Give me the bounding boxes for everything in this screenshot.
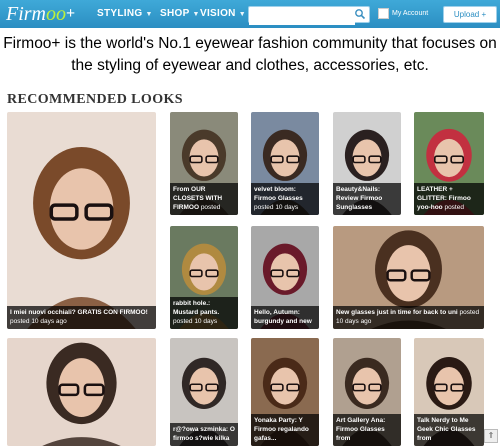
look-card[interactable]: velvet bloom: Firmoo Glasses posted 10 d… [251,112,319,215]
nav-vision-label: VISION [200,8,236,19]
upload-button[interactable]: Upload + [443,6,497,23]
look-photo [7,112,156,329]
nav-shop-label: SHOP [160,8,190,19]
logo-plus-text: + [66,5,76,22]
look-caption: Yonaka Party: Y Firmoo regalando gafas..… [251,414,319,446]
look-title[interactable]: Talk Nerdy to Me Geek Chic Glasses from [417,417,476,442]
look-photo [7,338,156,446]
look-card[interactable]: From OUR CLOSETS WITH FIRMOO posted [170,112,238,215]
logo-accent-text: oo [46,3,66,25]
look-meta: posted 10 days [173,318,218,325]
look-card[interactable]: Talk Nerdy to Me Geek Chic Glasses from [414,338,484,446]
look-title[interactable]: Beauty&Nails: Review Firmoo Sunglasses [336,186,382,211]
my-account-label: My Account [392,10,429,17]
look-title[interactable]: Art Gallery Ana: Firmoo Glasses from [336,417,385,442]
look-caption: r@?owa szminka: O firmoo s?wie kilka [170,423,238,446]
search-box [248,6,370,25]
section-title: RECOMMENDED LOOKS [7,92,183,107]
look-caption: rabbit hole.: Mustard pants. posted 10 d… [170,297,238,329]
look-caption: New glasses just in time for back to uni… [333,306,484,329]
look-title[interactable]: I miei nuovi occhiali? GRATIS CON FIRMOO… [10,309,148,316]
look-meta: posted 10 days ago [10,318,67,325]
look-card[interactable]: r@?owa szminka: O firmoo s?wie kilka [170,338,238,446]
chevron-down-icon: ▼ [238,11,246,18]
look-card[interactable]: rabbit hole.: Mustard pants. posted 10 d… [170,226,238,329]
look-title[interactable]: r@?owa szminka: O firmoo s?wie kilka [173,426,235,442]
nav-styling-label: STYLING [97,8,143,19]
nav-shop[interactable]: SHOP ▼ [160,0,200,28]
look-meta: posted [444,204,464,211]
look-caption: From OUR CLOSETS WITH FIRMOO posted [170,183,238,215]
avatar [378,7,389,19]
look-card[interactable]: Art Gallery Ana: Firmoo Glasses from [333,338,401,446]
look-title[interactable]: Yonaka Party: Y Firmoo regalando gafas..… [254,417,309,442]
logo-main-text: Firm [6,3,46,25]
look-title[interactable]: Hello, Autumn: burgundy and new [254,309,312,325]
search-icon[interactable] [354,8,366,20]
look-caption: Hello, Autumn: burgundy and new [251,306,319,329]
look-card[interactable]: Beauty&Nails: Review Firmoo Sunglasses [333,112,401,215]
scroll-to-top-button[interactable]: ⇑ [484,429,498,443]
look-title[interactable]: rabbit hole.: Mustard pants. [173,300,219,316]
my-account-link[interactable]: My Account [378,0,428,28]
look-title[interactable]: velvet bloom: Firmoo Glasses [254,186,303,202]
look-caption: Talk Nerdy to Me Geek Chic Glasses from [414,414,484,446]
look-title[interactable]: New glasses just in time for back to uni [336,309,458,316]
look-caption: Beauty&Nails: Review Firmoo Sunglasses [333,183,401,215]
look-meta: posted [200,204,221,211]
look-card[interactable]: Yonaka Party: Y Firmoo regalando gafas..… [251,338,319,446]
look-card[interactable]: New glasses just in time for back to uni… [333,226,484,329]
intro-text: Firmoo+ is the world's No.1 eyewear fash… [3,35,497,74]
chevron-down-icon: ▼ [192,11,200,18]
nav-styling[interactable]: STYLING ▼ [97,0,153,28]
look-card[interactable]: Hello, Autumn: burgundy and new [251,226,319,329]
look-card[interactable]: I miei nuovi occhiali? GRATIS CON FIRMOO… [7,112,156,329]
look-caption: I miei nuovi occhiali? GRATIS CON FIRMOO… [7,306,156,329]
look-card[interactable]: LEATHER + GLITTER: Firmoo yoo-hoo posted [414,112,484,215]
top-navigation-bar: Firmoo+ STYLING ▼ SHOP ▼ VISION ▼ My Accoun… [0,0,500,28]
look-caption: velvet bloom: Firmoo Glasses posted 10 d… [251,183,319,215]
look-card[interactable] [7,338,156,446]
look-meta: posted 10 days [254,204,299,211]
look-caption: Art Gallery Ana: Firmoo Glasses from [333,414,401,446]
nav-vision[interactable]: VISION ▼ [200,0,246,28]
firmoo-logo[interactable]: Firmoo+ [6,1,75,27]
look-caption: LEATHER + GLITTER: Firmoo yoo-hoo posted [414,183,484,215]
search-input[interactable] [249,9,355,25]
chevron-down-icon: ▼ [145,11,153,18]
